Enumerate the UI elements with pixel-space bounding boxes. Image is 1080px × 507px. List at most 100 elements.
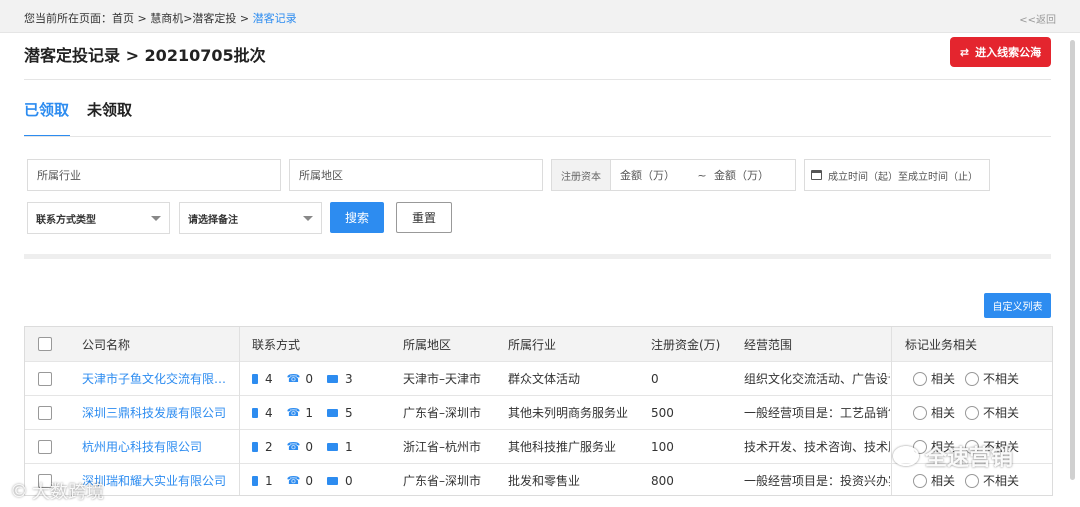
- mobile-count[interactable]: 4: [252, 406, 273, 420]
- email-count[interactable]: 1: [326, 440, 353, 454]
- radio-circle: [965, 473, 980, 488]
- region-cell: 广东省–深圳市: [403, 406, 482, 420]
- back-link[interactable]: <<返回: [1019, 11, 1056, 26]
- phone-count-value: 0: [305, 473, 313, 488]
- header-company-name: 公司名称: [82, 337, 131, 352]
- contact-counts: 4 ☎ 0 3: [252, 362, 392, 395]
- mail-icon: [326, 442, 338, 451]
- phone-count[interactable]: ☎ 0: [287, 440, 313, 454]
- watermark-left-text: 大数跨境: [32, 482, 104, 503]
- phone-count[interactable]: ☎ 0: [287, 474, 313, 488]
- scope-cell: 技术开发、技术咨询、技术服务: [744, 440, 890, 454]
- search-button[interactable]: 搜索: [330, 202, 384, 233]
- radio-unrelated[interactable]: 不相关: [965, 472, 1019, 489]
- header-mark-related: 标记业务相关: [905, 337, 978, 352]
- mobile-count[interactable]: 4: [252, 372, 273, 386]
- contact-counts: 2 ☎ 0 1: [252, 430, 392, 463]
- select-all-checkbox[interactable]: [38, 327, 54, 361]
- row-checkbox[interactable]: [38, 430, 54, 463]
- mark-related-radios: 相关 不相关: [903, 396, 1051, 429]
- divider: [24, 136, 1051, 137]
- row-checkbox[interactable]: [38, 396, 54, 429]
- radio-unrelated-label: 不相关: [983, 372, 1020, 386]
- radio-circle: [913, 405, 927, 420]
- custom-columns-button[interactable]: 自定义列表: [984, 293, 1051, 318]
- company-name-link[interactable]: 深圳瑞和耀大实业有限公司: [82, 464, 232, 495]
- phone-count-value: 1: [305, 405, 313, 420]
- company-name-link[interactable]: 深圳三鼎科技发展有限公司: [82, 396, 232, 429]
- watermark-right: 全速营销: [893, 440, 1013, 472]
- capital-cell: 800: [651, 473, 674, 488]
- registered-capital-filter: 注册资本 金额（万） ~ 金额（万）: [551, 159, 796, 191]
- industry-input[interactable]: 所属行业: [27, 159, 281, 191]
- capital-min-input[interactable]: 金额（万）: [620, 167, 690, 183]
- email-count-value: 5: [344, 405, 353, 420]
- mail-icon: [326, 374, 338, 383]
- header-contact: 联系方式: [252, 337, 301, 352]
- telephone-icon: ☎: [286, 440, 301, 453]
- founding-date-range-input[interactable]: 成立时间（起）至成立时间（止）: [804, 159, 990, 191]
- row-checkbox[interactable]: [38, 362, 54, 395]
- phone-count[interactable]: ☎ 1: [287, 406, 313, 420]
- radio-related-label: 相关: [931, 372, 956, 386]
- radio-unrelated[interactable]: 不相关: [965, 404, 1019, 421]
- company-name-link[interactable]: 杭州用心科技有限公司: [82, 430, 232, 463]
- table-header: 公司名称 联系方式 所属地区 所属行业 注册资金(万) 经营范围 标记业务相关: [25, 327, 1052, 362]
- watermark-right-text: 全速营销: [925, 446, 1014, 471]
- reset-button[interactable]: 重置: [396, 202, 452, 233]
- region-input[interactable]: 所属地区: [289, 159, 543, 191]
- phone-count-value: 0: [305, 371, 313, 386]
- tab-unclaimed[interactable]: 未领取: [87, 99, 132, 120]
- capital-cell: 100: [651, 439, 674, 454]
- mobile-count-value: 2: [265, 439, 273, 454]
- mobile-icon: [252, 373, 258, 384]
- table-row: 天津市子鱼文化交流有限公司 4 ☎ 0 3 天津市–天津市 群众文体活动 0 组织…: [25, 362, 1052, 396]
- company-name-text: 杭州用心科技有限公司: [82, 440, 203, 454]
- header-capital: 注册资金(万): [651, 337, 721, 352]
- remark-select[interactable]: 请选择备注: [179, 202, 322, 234]
- email-count[interactable]: 0: [326, 473, 353, 488]
- region-cell: 天津市–天津市: [403, 372, 482, 386]
- mobile-count[interactable]: 1: [252, 474, 273, 488]
- radio-related-label: 相关: [931, 474, 956, 488]
- email-count-value: 0: [344, 473, 353, 488]
- breadcrumb-home[interactable]: 首页: [112, 12, 134, 25]
- mobile-icon: [252, 407, 258, 418]
- radio-unrelated[interactable]: 不相关: [965, 370, 1019, 387]
- enter-lead-pool-button[interactable]: ⇄ 进入线索公海: [950, 37, 1051, 67]
- radio-circle: [913, 371, 927, 386]
- region-cell: 广东省–深圳市: [403, 474, 482, 488]
- mail-icon: [326, 408, 338, 417]
- email-count[interactable]: 5: [326, 405, 353, 420]
- breadcrumb-section[interactable]: 慧商机>潜客定投: [150, 12, 236, 25]
- chevron-down-icon: [151, 216, 161, 221]
- contact-type-value: 联系方式类型: [36, 214, 96, 226]
- radio-related[interactable]: 相关: [913, 404, 955, 421]
- telephone-icon: ☎: [286, 474, 301, 487]
- capital-cell: 0: [651, 371, 659, 386]
- top-bar: 您当前所在页面：首页 > 慧商机>潜客定投 > 潜客记录 <<返回: [0, 0, 1080, 33]
- radio-unrelated-label: 不相关: [983, 474, 1020, 488]
- radio-related[interactable]: 相关: [913, 370, 955, 387]
- scope-cell: 一般经营项目是：投资兴办实业: [744, 474, 890, 488]
- contact-counts: 1 ☎ 0 0: [252, 464, 392, 495]
- breadcrumb-separator: >: [134, 12, 151, 25]
- region-cell: 浙江省–杭州市: [403, 440, 482, 454]
- scrollbar-thumb[interactable]: [1070, 40, 1075, 480]
- column-divider: [891, 327, 892, 495]
- capital-max-input[interactable]: 金额（万）: [714, 167, 769, 183]
- mobile-count[interactable]: 2: [252, 440, 273, 454]
- industry-cell: 批发和零售业: [508, 474, 581, 488]
- industry-cell: 群众文体活动: [508, 372, 581, 386]
- mobile-count-value: 1: [265, 473, 273, 488]
- company-name-text: 深圳三鼎科技发展有限公司: [82, 406, 227, 420]
- tab-claimed[interactable]: 已领取: [24, 99, 69, 120]
- contact-type-select[interactable]: 联系方式类型: [27, 202, 170, 234]
- phone-count[interactable]: ☎ 0: [287, 372, 313, 386]
- email-count[interactable]: 3: [326, 372, 353, 386]
- checkbox-box: [38, 405, 52, 420]
- radio-related[interactable]: 相关: [913, 472, 955, 489]
- company-name-link[interactable]: 天津市子鱼文化交流有限公司: [82, 362, 232, 395]
- header-scope: 经营范围: [744, 337, 793, 352]
- section-separator: [24, 254, 1051, 259]
